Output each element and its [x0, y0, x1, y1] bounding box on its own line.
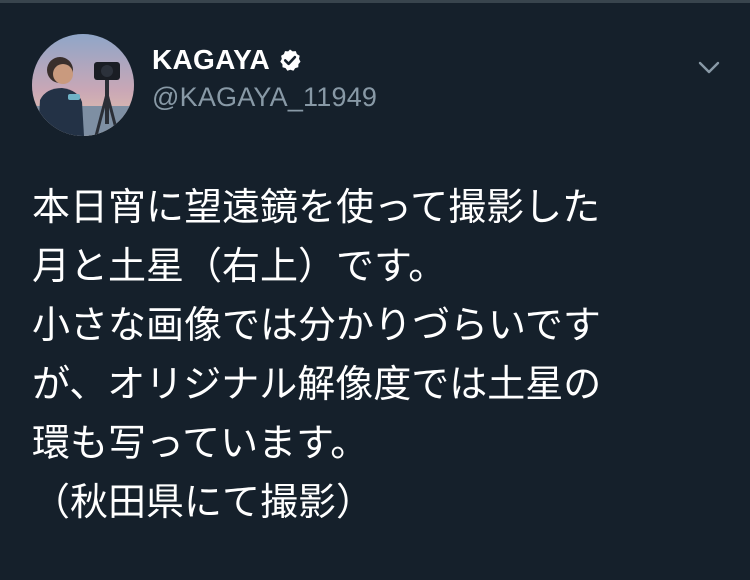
avatar[interactable] — [32, 34, 134, 136]
tweet-text-line: が、オリジナル解像度では土星の — [32, 362, 602, 406]
chevron-down-icon[interactable] — [694, 52, 724, 82]
divider — [0, 0, 750, 3]
author-name-row[interactable]: KAGAYA — [152, 44, 302, 76]
tweet-text-line: 月と土星（右上）です。 — [32, 244, 447, 288]
tweet-text-line: 環も写っています。 — [32, 421, 369, 465]
tweet-card: KAGAYA @KAGAYA_11949 本日宵に望遠鏡を使って撮影した 月と土… — [0, 0, 750, 580]
display-name[interactable]: KAGAYA — [152, 44, 270, 76]
tweet-text-line: （秋田県にて撮影） — [32, 480, 375, 524]
user-handle[interactable]: @KAGAYA_11949 — [152, 82, 377, 113]
tweet-text-line: 本日宵に望遠鏡を使って撮影した — [32, 185, 601, 229]
tweet-text-line: 小さな画像では分かりづらいです — [32, 303, 601, 347]
avatar-photo — [32, 34, 134, 136]
verified-badge-icon — [280, 49, 301, 71]
tweet-text: 本日宵に望遠鏡を使って撮影した 月と土星（右上）です。 小さな画像では分かりづら… — [32, 178, 732, 532]
